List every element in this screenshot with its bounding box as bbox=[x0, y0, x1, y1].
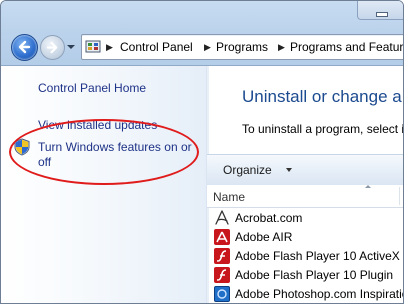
command-bar: Organize bbox=[207, 154, 403, 186]
highlight-ellipse bbox=[9, 119, 199, 185]
breadcrumb-programs[interactable]: Programs bbox=[216, 40, 268, 54]
program-name: Adobe AIR bbox=[235, 230, 293, 244]
list-item[interactable]: Adobe Flash Player 10 ActiveX bbox=[207, 247, 403, 266]
back-button[interactable] bbox=[11, 34, 38, 61]
breadcrumb-separator-icon[interactable]: ▶ bbox=[278, 42, 285, 53]
chevron-down-icon[interactable] bbox=[286, 168, 292, 172]
forward-button[interactable] bbox=[40, 35, 65, 60]
adobe-air-icon bbox=[214, 229, 230, 245]
program-name: Adobe Flash Player 10 Plugin bbox=[235, 268, 394, 282]
program-name: Adobe Photoshop.com Inspiration Browser bbox=[235, 287, 403, 301]
adobe-flash-icon bbox=[214, 248, 230, 264]
list-item[interactable]: Adobe Flash Player 10 Plugin bbox=[207, 266, 403, 285]
minimize-button[interactable] bbox=[357, 1, 403, 20]
column-divider[interactable] bbox=[399, 187, 400, 205]
list-item[interactable]: Adobe AIR bbox=[207, 228, 403, 247]
acrobat-com-icon bbox=[215, 210, 229, 225]
sort-ascending-icon bbox=[365, 185, 371, 188]
back-arrow-icon bbox=[18, 40, 31, 54]
page-title: Uninstall or change a program bbox=[242, 87, 403, 106]
column-header-name[interactable]: Name bbox=[213, 190, 245, 204]
program-name: Acrobat.com bbox=[235, 211, 303, 225]
breadcrumb-separator-icon[interactable]: ▶ bbox=[204, 42, 211, 53]
column-header-row: Name bbox=[207, 185, 403, 208]
organize-button[interactable]: Organize bbox=[223, 163, 272, 177]
breadcrumb-separator-icon[interactable]: ▶ bbox=[106, 42, 113, 53]
photoshop-com-icon bbox=[214, 286, 230, 302]
programs-list-pane: Uninstall or change a program To uninsta… bbox=[207, 66, 403, 303]
breadcrumb-control-panel[interactable]: Control Panel bbox=[120, 40, 193, 54]
recent-pages-dropdown-icon[interactable] bbox=[66, 43, 76, 51]
minimize-icon bbox=[376, 12, 388, 17]
title-bar: ▶ Control Panel ▶ Programs ▶ Programs an… bbox=[1, 1, 403, 66]
task-pane: Control Panel Home View installed update… bbox=[1, 66, 207, 303]
adobe-flash-icon bbox=[214, 267, 230, 283]
list-item[interactable]: Adobe Photoshop.com Inspiration Browser bbox=[207, 285, 403, 303]
address-bar[interactable]: ▶ Control Panel ▶ Programs ▶ Programs an… bbox=[81, 34, 403, 60]
program-name: Adobe Flash Player 10 ActiveX bbox=[235, 249, 400, 263]
control-panel-icon bbox=[85, 40, 101, 53]
page-description: To uninstall a program, select it from t… bbox=[242, 122, 404, 136]
programs-and-features-window: ▶ Control Panel ▶ Programs ▶ Programs an… bbox=[0, 0, 404, 304]
control-panel-home-link[interactable]: Control Panel Home bbox=[38, 81, 146, 95]
forward-arrow-icon bbox=[46, 41, 58, 54]
breadcrumb-programs-and-features[interactable]: Programs and Features bbox=[290, 40, 403, 54]
list-item[interactable]: Acrobat.com bbox=[207, 209, 403, 228]
